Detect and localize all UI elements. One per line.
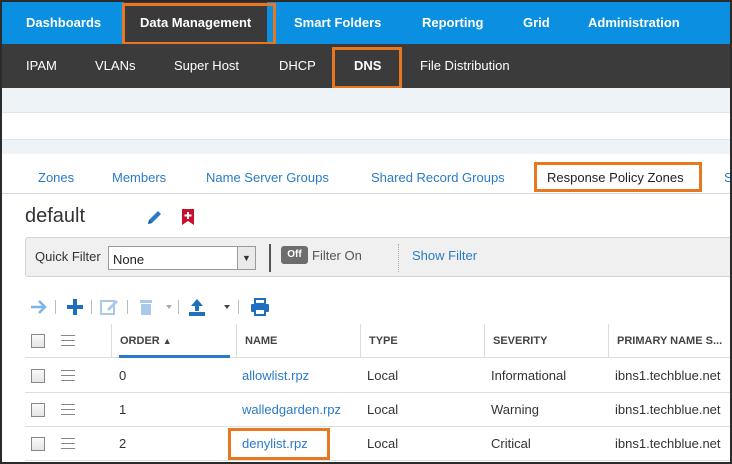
- cell-type: Local: [367, 402, 399, 417]
- tab-overflow[interactable]: S: [724, 170, 730, 185]
- upload-icon[interactable]: [186, 296, 208, 318]
- divider: [398, 244, 399, 272]
- cell-severity: Critical: [491, 436, 531, 451]
- sort-asc-icon: ▲: [162, 336, 172, 346]
- divider: [269, 244, 271, 272]
- tab-response-policy-zones[interactable]: Response Policy Zones: [547, 170, 684, 185]
- breadcrumb-band: [2, 88, 730, 112]
- page-title: default: [25, 205, 86, 227]
- nav-grid[interactable]: Grid: [523, 2, 550, 44]
- quick-filter-bar: Quick Filter None ▼ Off Filter On Show F…: [25, 237, 730, 277]
- subnav-ipam[interactable]: IPAM: [26, 44, 57, 88]
- cell-order: 1: [119, 402, 127, 417]
- sub-navigation: IPAM VLANs Super Host DHCP DNS File Dist…: [2, 44, 730, 88]
- pencil-icon[interactable]: [146, 208, 164, 229]
- upload-dropdown-caret[interactable]: [224, 305, 230, 309]
- cell-name-link[interactable]: walledgarden.rpz: [242, 393, 341, 427]
- cell-name-link[interactable]: allowlist.rpz: [242, 359, 309, 393]
- cell-order: 0: [119, 368, 127, 383]
- cell-severity: Warning: [491, 402, 539, 417]
- row-menu-icon[interactable]: [61, 335, 75, 346]
- cell-primary: ibns1.techblue.net: [615, 436, 721, 451]
- app-window: Dashboards Data Management Smart Folders…: [0, 0, 732, 464]
- select-all-checkbox[interactable]: [31, 334, 45, 348]
- col-primary-name-server[interactable]: PRIMARY NAME S...: [608, 324, 730, 358]
- tab-zones[interactable]: Zones: [38, 170, 74, 185]
- subnav-vlans[interactable]: VLANs: [95, 44, 135, 88]
- cell-name-link[interactable]: denylist.rpz: [242, 427, 308, 461]
- table-header: ORDER ▲ NAME TYPE SEVERITY PRIMARY NAME …: [25, 324, 730, 358]
- nav-dashboards[interactable]: Dashboards: [26, 2, 101, 44]
- toolbar-band: [2, 112, 730, 140]
- quick-filter-value: None: [113, 252, 145, 267]
- chevron-down-icon[interactable]: ▼: [237, 247, 255, 269]
- row-menu-icon[interactable]: [61, 438, 75, 449]
- quick-filter-label: Quick Filter: [35, 249, 101, 264]
- row-checkbox[interactable]: [31, 437, 45, 451]
- spacer-band: [2, 140, 730, 154]
- divider: [178, 300, 179, 314]
- tab-shared-record-groups[interactable]: Shared Record Groups: [371, 170, 505, 185]
- row-checkbox[interactable]: [31, 403, 45, 417]
- subnav-file-distribution[interactable]: File Distribution: [420, 44, 510, 88]
- dns-tabs: Zones Members Name Server Groups Shared …: [2, 154, 730, 194]
- subnav-super-host[interactable]: Super Host: [174, 44, 239, 88]
- subnav-dhcp[interactable]: DHCP: [279, 44, 316, 88]
- table-row[interactable]: 0 allowlist.rpz Local Informational ibns…: [25, 359, 730, 393]
- cell-severity: Informational: [491, 368, 567, 383]
- cell-order: 2: [119, 436, 127, 451]
- tab-members[interactable]: Members: [112, 170, 166, 185]
- divider: [127, 300, 128, 314]
- bookmark-add-icon[interactable]: [180, 208, 196, 229]
- row-menu-icon[interactable]: [61, 404, 75, 415]
- subnav-dns[interactable]: DNS: [354, 44, 381, 88]
- divider: [238, 300, 239, 314]
- table-row[interactable]: 1 walledgarden.rpz Local Warning ibns1.t…: [25, 393, 730, 427]
- print-icon[interactable]: [249, 296, 271, 318]
- nav-smart-folders[interactable]: Smart Folders: [294, 2, 381, 44]
- cell-primary: ibns1.techblue.net: [615, 368, 721, 383]
- nav-administration[interactable]: Administration: [588, 2, 680, 44]
- plus-icon[interactable]: [65, 296, 85, 318]
- row-checkbox[interactable]: [31, 369, 45, 383]
- table-row[interactable]: 2 denylist.rpz Local Critical ibns1.tech…: [25, 427, 730, 461]
- top-navigation: Dashboards Data Management Smart Folders…: [2, 2, 730, 44]
- cell-type: Local: [367, 436, 399, 451]
- nav-reporting[interactable]: Reporting: [422, 2, 483, 44]
- col-severity[interactable]: SEVERITY: [484, 324, 608, 358]
- filter-toggle[interactable]: Off: [281, 246, 308, 264]
- trash-dropdown-caret[interactable]: [166, 305, 172, 309]
- cell-type: Local: [367, 368, 399, 383]
- trash-icon[interactable]: [137, 296, 155, 318]
- divider: [55, 300, 56, 314]
- col-order[interactable]: ORDER ▲: [111, 324, 236, 358]
- col-order-label: ORDER: [120, 335, 160, 347]
- sort-indicator: [119, 355, 230, 358]
- edit-icon[interactable]: [99, 296, 119, 318]
- col-type[interactable]: TYPE: [360, 324, 484, 358]
- nav-data-management[interactable]: Data Management: [124, 2, 268, 44]
- show-filter-link[interactable]: Show Filter: [412, 248, 477, 263]
- quick-filter-select[interactable]: None ▼: [108, 246, 256, 270]
- divider: [91, 300, 92, 314]
- col-name[interactable]: NAME: [236, 324, 360, 358]
- cell-primary: ibns1.techblue.net: [615, 402, 721, 417]
- filter-on-label: Filter On: [312, 248, 362, 263]
- tab-name-server-groups[interactable]: Name Server Groups: [206, 170, 329, 185]
- row-menu-icon[interactable]: [61, 370, 75, 381]
- arrow-right-icon[interactable]: [29, 296, 49, 318]
